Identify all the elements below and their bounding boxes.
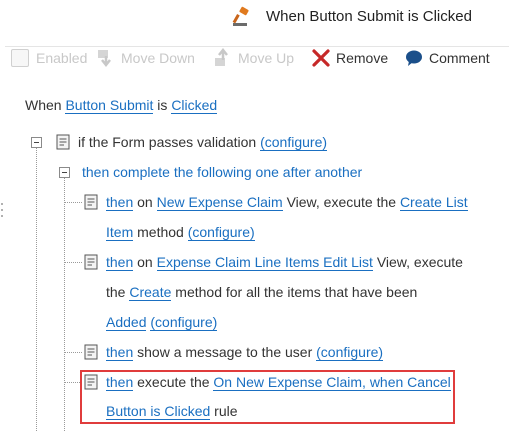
- collapse-condition-toggle[interactable]: [31, 137, 42, 148]
- tree-line: [64, 352, 82, 353]
- method-link[interactable]: Create: [129, 284, 172, 301]
- the-text: the: [106, 284, 126, 300]
- tree-line: [64, 202, 82, 203]
- execute-text: View, execute the: [286, 194, 397, 210]
- method-link-cont[interactable]: Item: [106, 224, 134, 241]
- on-text: on: [137, 254, 153, 270]
- method-link[interactable]: Create List: [399, 194, 468, 211]
- action-1-line-2: Item method (configure): [106, 224, 255, 241]
- move-up-label: Move Up: [238, 50, 295, 66]
- rule-title: When Button Submit is Clicked: [266, 8, 472, 25]
- comment-label: Comment: [429, 50, 490, 66]
- execute-text: View, execute: [376, 254, 463, 270]
- condition-text: if the Form passes validation: [78, 134, 257, 150]
- when-text: When: [25, 97, 62, 113]
- highlight-box: [80, 370, 455, 424]
- grip-dots-icon: [1, 203, 3, 217]
- then-link[interactable]: then: [106, 344, 134, 361]
- item-state-link[interactable]: Added: [106, 314, 147, 331]
- move-up-icon: [215, 48, 228, 66]
- action-icon: [84, 254, 98, 270]
- enabled-toggle[interactable]: Enabled: [11, 47, 87, 69]
- condition-line: if the Form passes validation (configure…: [78, 134, 328, 151]
- event-line: When Button Submit is Clicked: [25, 97, 218, 114]
- remove-icon: [312, 49, 330, 67]
- collapse-block-toggle[interactable]: [59, 167, 70, 178]
- condition-configure-link[interactable]: (configure): [260, 134, 328, 151]
- control-link[interactable]: Button Submit: [65, 97, 154, 114]
- action-3-configure-link[interactable]: (configure): [316, 344, 384, 361]
- comment-button[interactable]: Comment: [404, 47, 490, 69]
- action-2-line-3: Added (configure): [106, 314, 218, 331]
- event-link[interactable]: Clicked: [171, 97, 218, 114]
- view-link[interactable]: New Expense Claim: [156, 194, 283, 211]
- gavel-icon: [232, 6, 249, 26]
- action-2-line-2: the Create method for all the items that…: [106, 284, 418, 301]
- action-1-line-1: then on New Expense Claim View, execute …: [106, 194, 468, 211]
- condition-icon: [56, 134, 70, 150]
- view-link[interactable]: Expense Claim Line Items Edit List: [156, 254, 373, 271]
- rule-title-bar: When Button Submit is Clicked: [0, 0, 509, 34]
- enabled-label: Enabled: [36, 50, 88, 66]
- action-2-configure-link[interactable]: (configure): [150, 314, 218, 331]
- remove-button[interactable]: Remove: [311, 47, 388, 69]
- action-icon: [84, 194, 98, 210]
- block-link[interactable]: then complete the following one after an…: [82, 164, 362, 180]
- move-up-button[interactable]: Move Up: [213, 47, 294, 69]
- checkbox-icon: [11, 49, 29, 67]
- tree-line: [64, 262, 82, 263]
- then-link[interactable]: then: [106, 254, 134, 271]
- method-text: method for all the items that have been: [175, 284, 418, 300]
- action-text: show a message to the user: [137, 344, 313, 360]
- move-down-icon: [98, 50, 111, 68]
- resize-grip[interactable]: [0, 200, 4, 220]
- tree-line: [36, 148, 37, 431]
- action-icon: [84, 344, 98, 360]
- then-link[interactable]: then: [106, 194, 134, 211]
- remove-label: Remove: [336, 50, 389, 66]
- is-text: is: [157, 97, 168, 113]
- action-2-line-1: then on Expense Claim Line Items Edit Li…: [106, 254, 463, 271]
- action-3-line: then show a message to the user (configu…: [106, 344, 384, 361]
- move-down-label: Move Down: [121, 50, 195, 66]
- method-text: method: [137, 224, 184, 240]
- toolbar: Enabled Move Down Move Up Remove Comment: [0, 38, 509, 76]
- action-1-configure-link[interactable]: (configure): [187, 224, 255, 241]
- toolbar-divider: [5, 46, 509, 47]
- comment-icon: [406, 50, 422, 66]
- tree-line: [64, 178, 65, 431]
- move-down-button[interactable]: Move Down: [96, 47, 195, 69]
- on-text: on: [137, 194, 153, 210]
- block-line: then complete the following one after an…: [82, 164, 362, 180]
